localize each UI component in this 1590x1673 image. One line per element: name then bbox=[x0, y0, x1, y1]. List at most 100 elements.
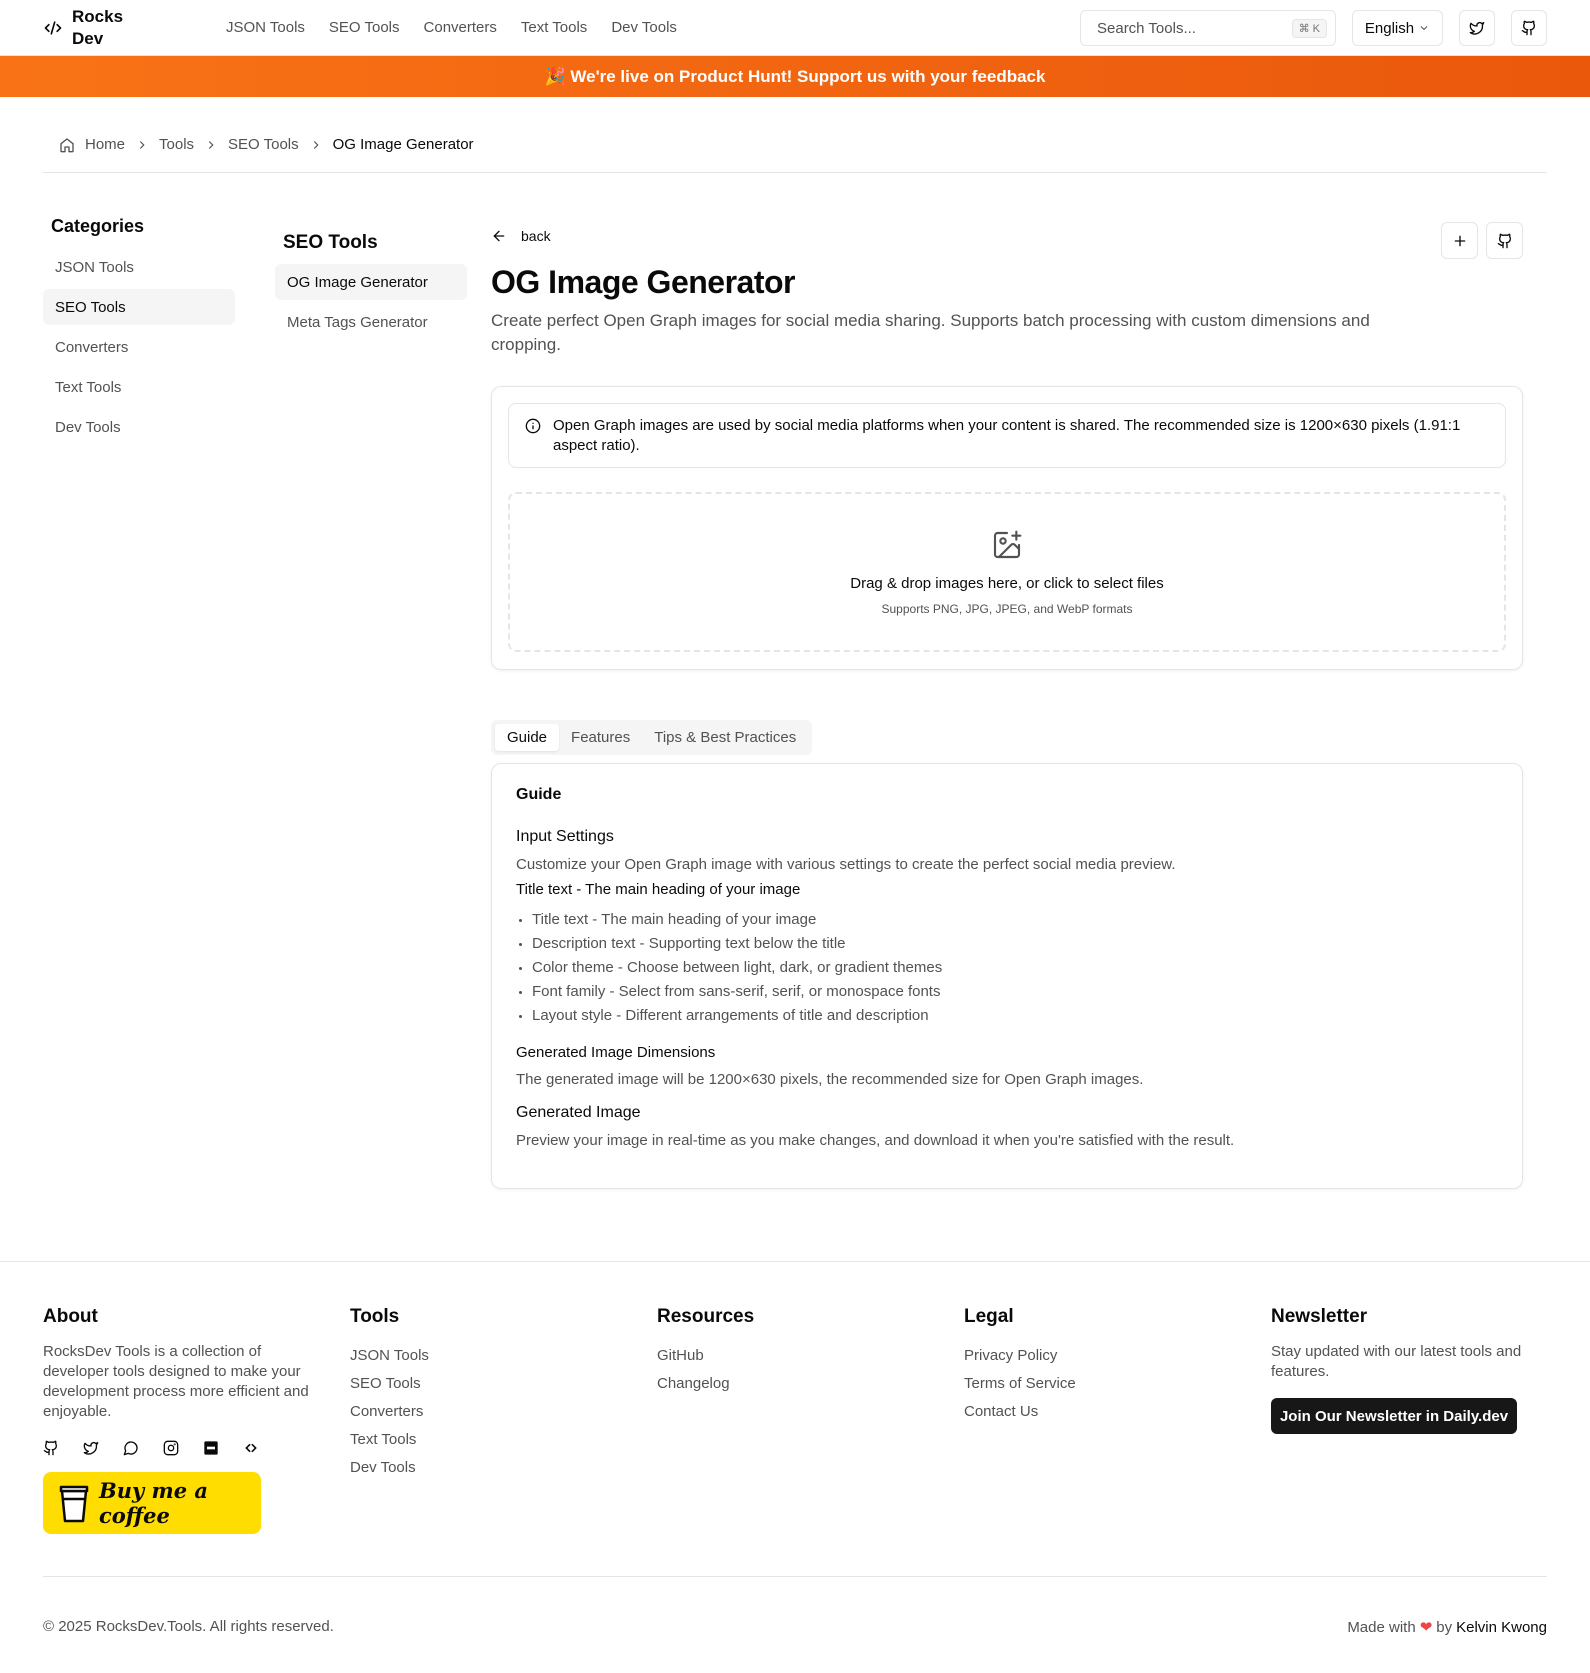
subcategory-sidebar: SEO Tools OG Image Generator Meta Tags G… bbox=[275, 232, 467, 344]
footer-divider bbox=[43, 1576, 1547, 1577]
list-item: Description text - Supporting text below… bbox=[532, 932, 1498, 956]
search-input[interactable]: Search Tools... ⌘ K bbox=[1080, 10, 1336, 46]
nav-text-tools[interactable]: Text Tools bbox=[521, 19, 587, 36]
footer: About RocksDev Tools is a collection of … bbox=[0, 1261, 1590, 1673]
footer-about: About RocksDev Tools is a collection of … bbox=[43, 1306, 323, 1534]
github-icon[interactable] bbox=[43, 1440, 59, 1456]
tab-guide[interactable]: Guide bbox=[495, 724, 560, 751]
coffee-label: Buy me a coffee bbox=[99, 1478, 209, 1528]
dailydev-icon[interactable] bbox=[243, 1440, 259, 1456]
breadcrumb-divider bbox=[43, 172, 1547, 173]
chevron-right-icon bbox=[135, 138, 149, 152]
footer-link-converters[interactable]: Converters bbox=[350, 1398, 429, 1426]
category-dev-tools[interactable]: Dev Tools bbox=[43, 409, 235, 445]
author-link[interactable]: Kelvin Kwong bbox=[1456, 1619, 1547, 1636]
arrow-left-icon bbox=[491, 228, 507, 244]
dropzone-title: Drag & drop images here, or click to sel… bbox=[850, 574, 1164, 592]
footer-link-changelog[interactable]: Changelog bbox=[657, 1370, 754, 1398]
category-seo-tools[interactable]: SEO Tools bbox=[43, 289, 235, 325]
image-dropzone[interactable]: Drag & drop images here, or click to sel… bbox=[508, 492, 1506, 652]
logo-line2: Dev bbox=[72, 28, 104, 48]
breadcrumb-seo-tools[interactable]: SEO Tools bbox=[228, 136, 299, 153]
footer-link-github[interactable]: GitHub bbox=[657, 1342, 754, 1370]
footer-link-seo-tools[interactable]: SEO Tools bbox=[350, 1370, 429, 1398]
twitter-button[interactable] bbox=[1459, 10, 1495, 46]
nav-seo-tools[interactable]: SEO Tools bbox=[329, 19, 400, 36]
footer-link-contact[interactable]: Contact Us bbox=[964, 1398, 1076, 1426]
info-text: Open Graph images are used by social med… bbox=[553, 417, 1461, 454]
footer-link-dev-tools[interactable]: Dev Tools bbox=[350, 1454, 429, 1482]
footer-resources: Resources GitHub Changelog bbox=[657, 1306, 754, 1398]
category-converters[interactable]: Converters bbox=[43, 329, 235, 365]
page-subtitle: Create perfect Open Graph images for soc… bbox=[491, 311, 1370, 354]
breadcrumb-tools[interactable]: Tools bbox=[159, 136, 194, 153]
tool-actions bbox=[1441, 222, 1523, 259]
title-text-line: Title text - The main heading of your im… bbox=[516, 881, 801, 898]
category-json-tools[interactable]: JSON Tools bbox=[43, 249, 235, 285]
categories-title: Categories bbox=[51, 216, 145, 236]
footer-link-json-tools[interactable]: JSON Tools bbox=[350, 1342, 429, 1370]
list-item: Color theme - Choose between light, dark… bbox=[532, 956, 1498, 980]
made-with-label: Made with bbox=[1347, 1618, 1416, 1636]
upload-card: Open Graph images are used by social med… bbox=[491, 386, 1523, 670]
about-title: About bbox=[43, 1306, 98, 1327]
category-text-tools[interactable]: Text Tools bbox=[43, 369, 235, 405]
social-links bbox=[43, 1440, 323, 1456]
dropzone-subtitle: Supports PNG, JPG, JPEG, and WebP format… bbox=[881, 601, 1133, 616]
tool-og-image-generator[interactable]: OG Image Generator bbox=[275, 264, 467, 300]
guide-heading: Guide bbox=[516, 786, 562, 803]
tools-title: Tools bbox=[350, 1306, 400, 1327]
github-button[interactable] bbox=[1511, 10, 1547, 46]
chevron-right-icon bbox=[309, 138, 323, 152]
github-button[interactable] bbox=[1486, 222, 1523, 259]
coffee-cup-icon bbox=[59, 1483, 89, 1523]
copyright: © 2025 RocksDev.Tools. All rights reserv… bbox=[43, 1618, 334, 1635]
github-icon bbox=[1497, 233, 1513, 249]
tab-tips[interactable]: Tips & Best Practices bbox=[642, 724, 808, 751]
generated-image-desc: Preview your image in real-time as you m… bbox=[516, 1132, 1235, 1149]
image-plus-icon bbox=[991, 529, 1023, 561]
tab-features[interactable]: Features bbox=[559, 724, 642, 751]
top-header: Rocks Dev JSON Tools SEO Tools Converter… bbox=[0, 0, 1590, 56]
language-select[interactable]: English bbox=[1352, 10, 1443, 46]
footer-legal: Legal Privacy Policy Terms of Service Co… bbox=[964, 1306, 1076, 1426]
breadcrumb-current: OG Image Generator bbox=[332, 136, 474, 153]
footer-link-text-tools[interactable]: Text Tools bbox=[350, 1426, 429, 1454]
footer-newsletter: Newsletter Stay updated with our latest … bbox=[1271, 1306, 1541, 1434]
chevron-down-icon bbox=[1418, 22, 1430, 34]
nav-converters[interactable]: Converters bbox=[424, 19, 497, 36]
generated-image-heading: Generated Image bbox=[516, 1104, 641, 1121]
newsletter-button[interactable]: Join Our Newsletter in Daily.dev bbox=[1271, 1398, 1517, 1434]
logo-text: Rocks Dev bbox=[72, 6, 123, 50]
chevron-right-icon bbox=[204, 138, 218, 152]
guide-panel: Guide Input Settings Customize your Open… bbox=[491, 763, 1523, 1189]
categories-sidebar: Categories JSON Tools SEO Tools Converte… bbox=[43, 216, 235, 449]
buy-me-a-coffee-button[interactable]: Buy me a coffee bbox=[43, 1472, 261, 1534]
breadcrumb: Home Tools SEO Tools OG Image Generator bbox=[59, 136, 474, 153]
instagram-icon[interactable] bbox=[163, 1440, 179, 1456]
list-item: Title text - The main heading of your im… bbox=[532, 908, 1498, 932]
footer-link-terms[interactable]: Terms of Service bbox=[964, 1370, 1076, 1398]
nav-json-tools[interactable]: JSON Tools bbox=[226, 19, 305, 36]
main-content: back OG Image Generator Create perfect O… bbox=[491, 222, 1523, 1189]
made-with: Made with ❤ by Kelvin Kwong bbox=[1347, 1618, 1547, 1637]
chat-icon[interactable] bbox=[123, 1440, 139, 1456]
breadcrumb-home[interactable]: Home bbox=[85, 136, 125, 153]
add-button[interactable] bbox=[1441, 222, 1478, 259]
resources-title: Resources bbox=[657, 1306, 755, 1327]
footer-link-privacy[interactable]: Privacy Policy bbox=[964, 1342, 1076, 1370]
search-placeholder: Search Tools... bbox=[1097, 19, 1196, 37]
logo-line1: Rocks bbox=[72, 6, 124, 26]
tool-meta-tags-generator[interactable]: Meta Tags Generator bbox=[275, 304, 467, 340]
nav-dev-tools[interactable]: Dev Tools bbox=[611, 19, 677, 36]
back-button[interactable]: back bbox=[491, 228, 1523, 244]
logo[interactable]: Rocks Dev bbox=[43, 6, 184, 50]
about-text: RocksDev Tools is a collection of develo… bbox=[43, 1343, 309, 1420]
tabs: Guide Features Tips & Best Practices bbox=[491, 720, 813, 755]
product-hunt-banner[interactable]: 🎉 We're live on Product Hunt! Support us… bbox=[0, 56, 1590, 97]
plus-icon bbox=[1452, 233, 1468, 249]
indiehackers-icon[interactable] bbox=[203, 1440, 219, 1456]
twitter-icon[interactable] bbox=[83, 1440, 99, 1456]
search-shortcut: ⌘ K bbox=[1291, 18, 1327, 38]
subcategory-title: SEO Tools bbox=[283, 232, 378, 253]
